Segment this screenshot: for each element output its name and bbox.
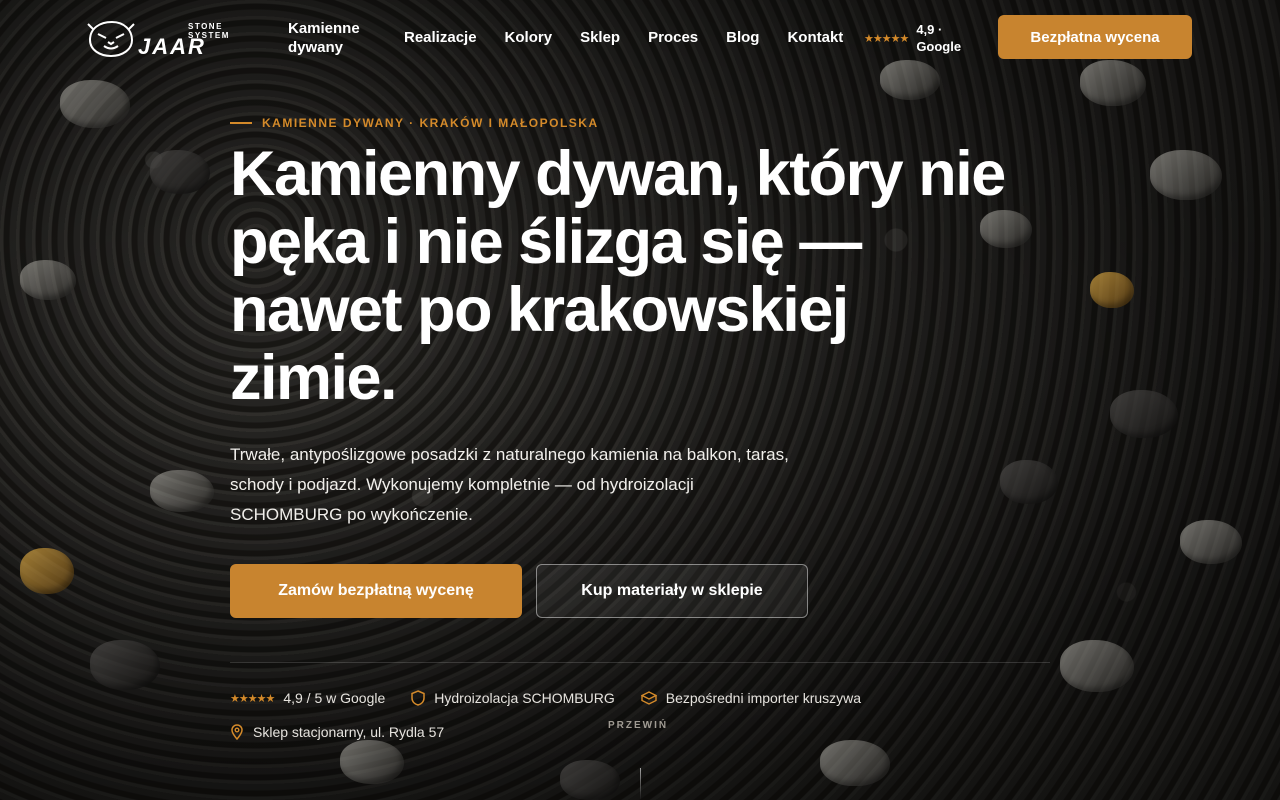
tiger-logo-icon xyxy=(87,20,135,58)
hero-lead: Trwałe, antypoślizgowe posadzki z natura… xyxy=(230,445,789,524)
nav-item-realizacje[interactable]: Realizacje xyxy=(404,29,477,46)
trust-bar: ★★★★★ 4,9 / 5 w Google Hydroizolacja SCH… xyxy=(230,688,1050,742)
hero-section: KAMIENNE DYWANY · KRAKÓW I MAŁOPOLSKA Ka… xyxy=(230,116,1030,618)
order-quote-button[interactable]: Zamów bezpłatną wycenę xyxy=(230,564,522,618)
scroll-line xyxy=(640,768,641,800)
trust-store-text: Sklep stacjonarny, ul. Rydla 57 xyxy=(253,724,445,740)
nav-item-sklep[interactable]: Sklep xyxy=(580,29,620,46)
brand-logo[interactable]: STONE SYSTEM JAAR xyxy=(86,18,268,59)
trust-rating-text: 4,9 / 5 w Google xyxy=(283,690,386,706)
site-header: STONE SYSTEM JAAR Kamienne dywany Realiz… xyxy=(0,0,1280,76)
trust-item-store[interactable]: Sklep stacjonarny, ul. Rydla 57 xyxy=(230,722,444,742)
main-nav: Realizacje Kolory Sklep Proces Blog Kont… xyxy=(404,29,843,46)
star-icon: ★★★★★ xyxy=(864,32,909,45)
trust-divider xyxy=(230,662,1050,663)
hero-eyebrow: KAMIENNE DYWANY · KRAKÓW I MAŁOPOLSKA xyxy=(230,116,1030,130)
box-icon xyxy=(640,691,657,705)
rating-text: 4,9 · Google xyxy=(916,22,962,54)
star-icon: ★★★★★ xyxy=(230,692,275,705)
nav-item-kolory[interactable]: Kolory xyxy=(505,29,553,46)
trust-importer-text: Bezpośredni importer kruszywa xyxy=(665,690,862,706)
trust-item-rating: ★★★★★ 4,9 / 5 w Google xyxy=(230,688,385,708)
hero-buttons: Zamów bezpłatną wycenę Kup materiały w s… xyxy=(230,564,1030,618)
trust-hydro-text: Hydroizolacja SCHOMBURG xyxy=(434,690,615,706)
brand-name: JAAR xyxy=(138,34,206,59)
brand-tagline: Kamienne dywany xyxy=(288,20,360,56)
trust-item-importer: Bezpośredni importer kruszywa xyxy=(640,688,862,708)
shop-materials-button[interactable]: Kup materiały w sklepie xyxy=(536,564,808,618)
shield-icon xyxy=(411,690,426,706)
scroll-hint[interactable]: PRZEWIŃ xyxy=(608,720,668,731)
free-quote-button[interactable]: Bezpłatna wycena xyxy=(998,15,1192,59)
nav-item-proces[interactable]: Proces xyxy=(648,29,698,46)
nav-item-kontakt[interactable]: Kontakt xyxy=(787,29,843,46)
hero-title: Kamienny dywan, który nie pęka i nie śli… xyxy=(230,139,1006,413)
nav-item-blog[interactable]: Blog xyxy=(726,29,759,46)
eyebrow-line xyxy=(230,122,252,124)
eyebrow-text: KAMIENNE DYWANY · KRAKÓW I MAŁOPOLSKA xyxy=(262,116,599,130)
trust-item-hydro: Hydroizolacja SCHOMBURG xyxy=(411,688,615,708)
map-pin-icon xyxy=(231,724,243,740)
google-rating[interactable]: ★★★★★ 4,9 · Google xyxy=(864,21,976,55)
